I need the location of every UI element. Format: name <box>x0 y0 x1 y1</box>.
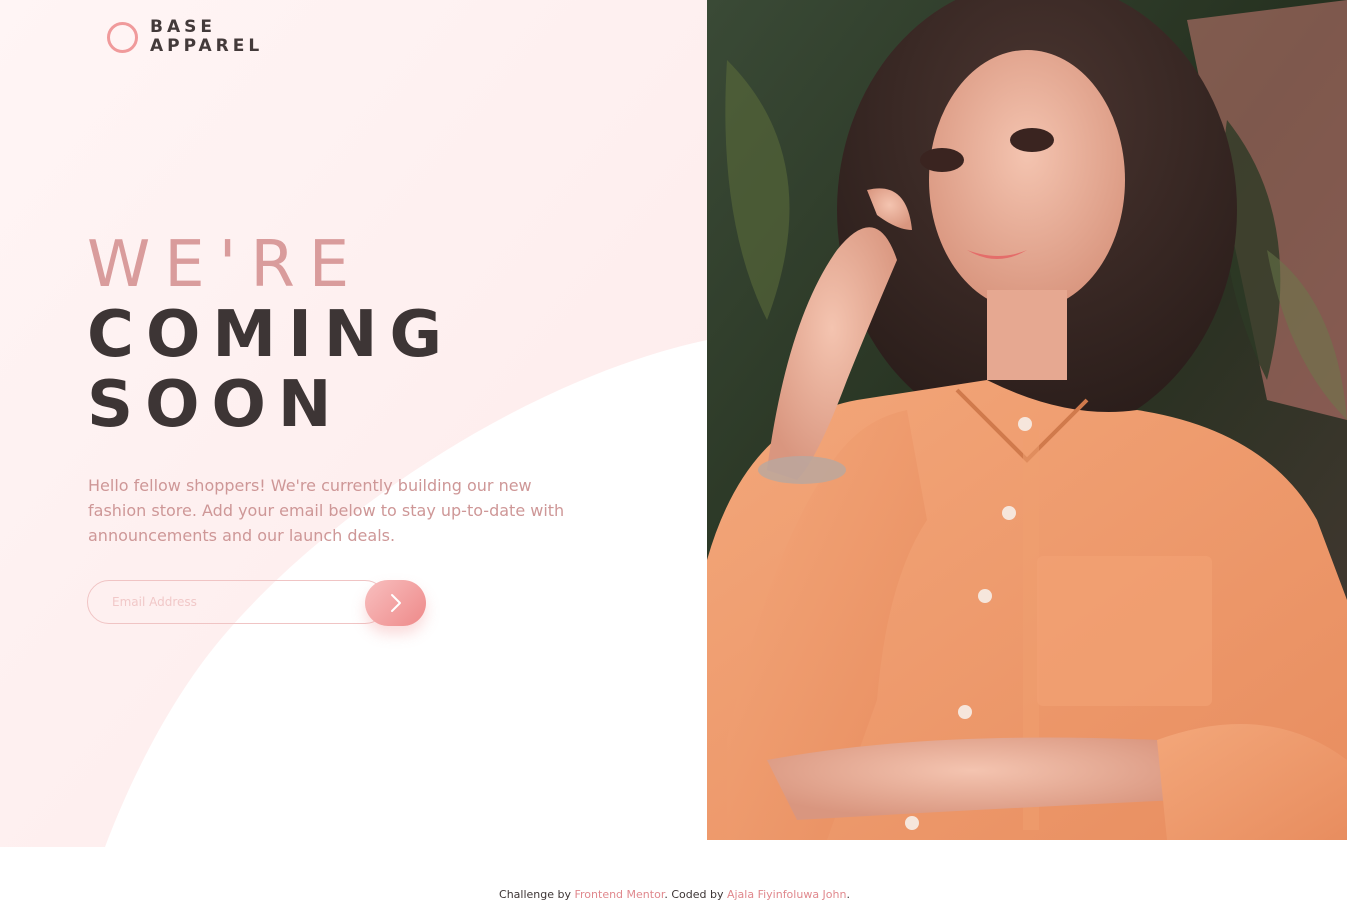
email-input[interactable] <box>87 580 387 624</box>
footer-prefix: Challenge by <box>499 888 575 901</box>
author-link[interactable]: Ajala Fiyinfoluwa John <box>727 888 847 901</box>
page-title: WE'RE COMING SOON <box>87 230 454 440</box>
brand-logo[interactable]: BASE APPAREL <box>107 18 263 56</box>
footer-middle: . Coded by <box>664 888 727 901</box>
footer-suffix: . <box>846 888 850 901</box>
hero-photo <box>707 0 1347 840</box>
chevron-right-icon <box>390 594 401 612</box>
brand-name: BASE APPAREL <box>150 18 263 56</box>
hero-section: BASE APPAREL WE'RE COMING SOON Hello fel… <box>0 0 1349 847</box>
headline-bold-line2: SOON <box>87 368 344 442</box>
logo-circle-icon <box>107 21 138 53</box>
footer-attribution: Challenge by Frontend Mentor. Coded by A… <box>0 888 1349 901</box>
intro-text: Hello fellow shoppers! We're currently b… <box>88 476 565 545</box>
hero-photo-illustration <box>707 0 1347 840</box>
headline-light: WE'RE <box>87 228 364 302</box>
content-pane: BASE APPAREL WE'RE COMING SOON Hello fel… <box>0 0 707 847</box>
submit-button[interactable] <box>365 580 426 626</box>
brand-name-line2: APPAREL <box>150 36 264 56</box>
page: BASE APPAREL WE'RE COMING SOON Hello fel… <box>0 0 1349 921</box>
headline-bold-line1: COMING <box>87 298 454 372</box>
frontend-mentor-link[interactable]: Frontend Mentor <box>575 888 665 901</box>
email-signup-form <box>87 580 427 626</box>
brand-name-line1: BASE <box>150 17 216 37</box>
